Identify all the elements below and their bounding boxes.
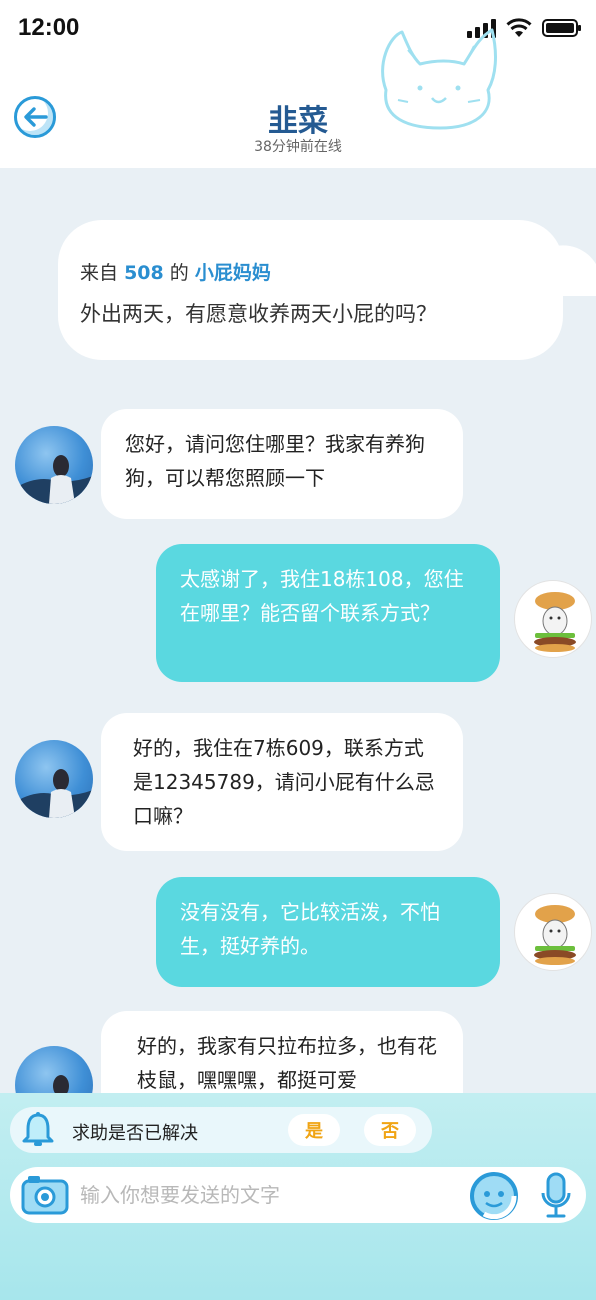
emoji-icon[interactable] (468, 1170, 520, 1222)
post-text: 外出两天，有愿意收养两天小屁的吗？ (80, 302, 437, 326)
message-input[interactable] (80, 1175, 460, 1215)
message-text: 好的，我家有只拉布拉多，也有花枝鼠，嘿嘿嘿，都挺可爱 (137, 1034, 437, 1092)
message-text: 太感谢了，我住18栋108，您住在哪里？能否留个联系方式？ (180, 567, 464, 625)
bell-icon (22, 1112, 54, 1146)
contact-name: 韭菜 (268, 104, 328, 139)
chat-header: 韭菜 38分钟前在线 (0, 28, 596, 168)
resolve-bar: 求助是否已解决 是 否 (10, 1107, 432, 1153)
post-source: 来自 508 的 小屁妈妈 (80, 258, 271, 285)
avatar[interactable] (15, 740, 93, 818)
message-text: 您好，请问您住哪里？我家有养狗狗，可以帮您照顾一下 (125, 432, 425, 490)
user-photo-icon (53, 1075, 69, 1093)
yes-button[interactable]: 是 (288, 1114, 340, 1146)
mic-icon[interactable] (538, 1171, 574, 1221)
post-prefix: 来自 (80, 262, 119, 284)
battery-icon (542, 19, 581, 37)
user-photo-icon (15, 455, 93, 504)
resolve-label: 求助是否已解决 (72, 1123, 198, 1144)
message-bubble[interactable]: 没有没有，它比较活泼，不怕生，挺好养的。 (156, 877, 500, 987)
avatar[interactable] (15, 426, 93, 504)
no-button[interactable]: 否 (364, 1114, 416, 1146)
cat-burger-icon (534, 592, 576, 652)
bottom-panel: 求助是否已解决 是 否 (0, 1093, 596, 1300)
status-time: 12:00 (18, 14, 80, 41)
online-status: 38分钟前在线 (254, 139, 342, 155)
avatar[interactable] (514, 580, 592, 658)
camera-icon[interactable] (20, 1171, 70, 1219)
cloud-decoration (418, 241, 596, 296)
message-bubble[interactable]: 好的，我住在7栋609，联系方式是12345789，请问小屁有什么忌口嘛？ (101, 713, 463, 851)
user-photo-icon (15, 769, 93, 818)
help-post-card[interactable]: 来自 508 的 小屁妈妈 外出两天，有愿意收养两天小屁的吗？ (58, 220, 596, 360)
post-room: 508 (124, 262, 164, 284)
post-mid: 的 (169, 262, 189, 284)
message-bubble[interactable]: 您好，请问您住哪里？我家有养狗狗，可以帮您照顾一下 (101, 409, 463, 519)
cat-burger-icon (534, 905, 576, 965)
input-bar (10, 1167, 586, 1223)
avatar[interactable] (514, 893, 592, 971)
chat-area[interactable]: 来自 508 的 小屁妈妈 外出两天，有愿意收养两天小屁的吗？ 您好，请问您住哪… (0, 168, 596, 1093)
message-bubble[interactable]: 好的，我家有只拉布拉多，也有花枝鼠，嘿嘿嘿，都挺可爱 (101, 1011, 463, 1093)
wifi-icon (506, 18, 532, 37)
post-owner[interactable]: 小屁妈妈 (195, 262, 271, 284)
message-text: 没有没有，它比较活泼，不怕生，挺好养的。 (180, 900, 440, 958)
message-bubble[interactable]: 太感谢了，我住18栋108，您住在哪里？能否留个联系方式？ (156, 544, 500, 682)
avatar[interactable] (15, 1046, 93, 1093)
message-text: 好的，我住在7栋609，联系方式是12345789，请问小屁有什么忌口嘛？ (133, 736, 435, 828)
